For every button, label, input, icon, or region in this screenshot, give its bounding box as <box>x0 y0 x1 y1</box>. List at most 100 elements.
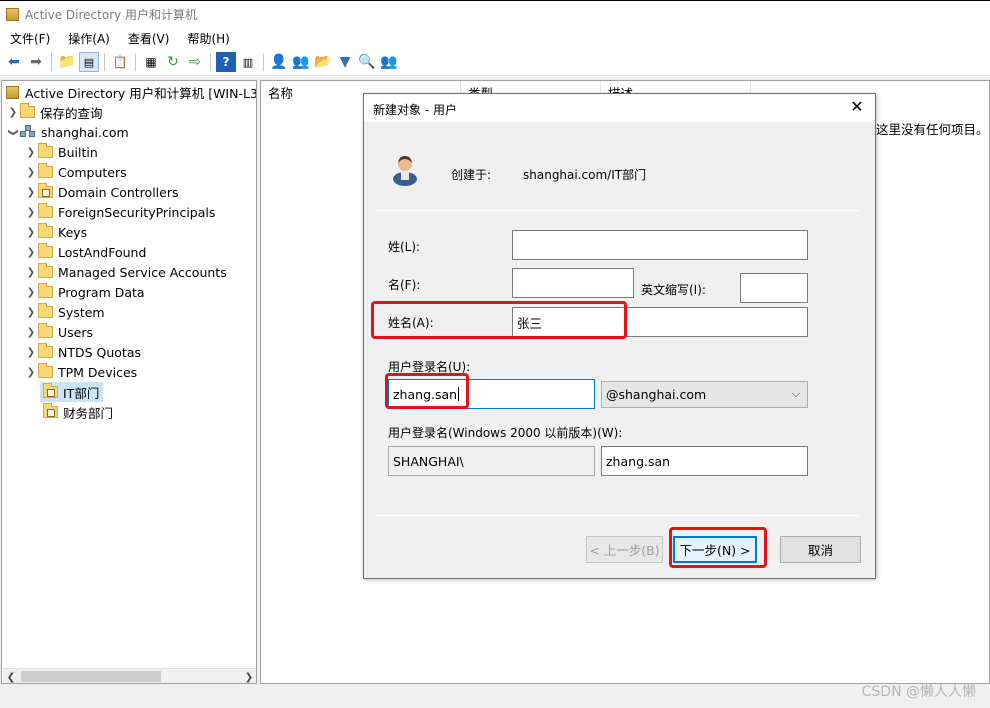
refresh-icon[interactable]: ↻ <box>163 52 183 72</box>
tree-item-label: IT部门 <box>63 385 100 401</box>
up-folder-icon[interactable]: 📁 <box>57 52 77 72</box>
tree-root[interactable]: Active Directory 用户和计算机 [WIN-L3T <box>6 82 256 102</box>
properties-icon[interactable]: ▦ <box>141 52 161 72</box>
folder-icon <box>38 203 53 218</box>
chevron-right-icon[interactable]: ❯ <box>24 267 38 278</box>
tree-item-finance-dept[interactable]: 财务部门 <box>40 402 113 422</box>
upn-suffix-select[interactable]: @shanghai.com ⌵ <box>601 381 808 408</box>
chevron-right-icon[interactable]: ❯ <box>24 167 38 178</box>
first-name-label: 名(F): <box>388 278 421 292</box>
created-in-label: 创建于: <box>451 168 492 182</box>
initials-input[interactable] <box>740 273 808 303</box>
chevron-down-icon[interactable]: ❯ <box>8 125 19 139</box>
ou-folder-icon <box>43 383 58 398</box>
chevron-right-icon[interactable]: ❯ <box>6 107 20 118</box>
chevron-right-icon[interactable]: ❯ <box>24 247 38 258</box>
last-name-input[interactable] <box>512 230 808 260</box>
tree-item-users[interactable]: ❯ Users <box>24 322 93 342</box>
show-hide-action-pane-icon[interactable]: ▥ <box>238 52 258 72</box>
chevron-right-icon[interactable]: ❯ <box>24 187 38 198</box>
toolbar-separator <box>51 53 52 71</box>
chevron-down-icon[interactable]: ⌵ <box>792 387 800 401</box>
chevron-right-icon[interactable]: ❯ <box>24 207 38 218</box>
chevron-right-icon[interactable]: ❯ <box>24 367 38 378</box>
folder-icon <box>38 263 53 278</box>
menu-help[interactable]: 帮助(H) <box>177 30 237 47</box>
cancel-button[interactable]: 取消 <box>780 536 861 563</box>
show-console-tree-icon[interactable]: ▤ <box>79 52 99 72</box>
new-ou-icon[interactable]: 📂 <box>313 52 333 72</box>
window-titlebar: Active Directory 用户和计算机 <box>0 0 990 28</box>
first-name-input[interactable] <box>512 268 634 298</box>
domain-icon <box>20 125 36 139</box>
tree-item-builtin[interactable]: ❯ Builtin <box>24 142 98 162</box>
tree-item-system[interactable]: ❯ System <box>24 302 105 322</box>
tree-item-foreign-security-principals[interactable]: ❯ ForeignSecurityPrincipals <box>24 202 215 222</box>
tree-item-domain-controllers[interactable]: ❯ Domain Controllers <box>24 182 178 202</box>
tree-item-label: Keys <box>58 224 88 240</box>
scroll-left-icon[interactable]: ❮ <box>3 669 19 683</box>
tree-item-label: Users <box>58 324 94 340</box>
menu-file[interactable]: 文件(F) <box>0 30 58 47</box>
toolbar-separator <box>135 53 136 71</box>
chevron-right-icon[interactable]: ❯ <box>24 307 38 318</box>
pre2000-logon-input[interactable]: zhang.san <box>601 446 808 476</box>
tree-item-lost-and-found[interactable]: ❯ LostAndFound <box>24 242 146 262</box>
tree-item-it-dept[interactable]: IT部门 <box>40 382 104 402</box>
back-arrow-icon[interactable]: ⬅ <box>4 52 24 72</box>
tree-item-program-data[interactable]: ❯ Program Data <box>24 282 145 302</box>
copy-icon[interactable]: 📋 <box>110 52 130 72</box>
dialog-title: 新建对象 - 用户 <box>373 103 457 117</box>
tree-item-domain[interactable]: ❯ shanghai.com <box>6 122 129 142</box>
tree-item-tpm-devices[interactable]: ❯ TPM Devices <box>24 362 137 382</box>
initials-label: 英文缩写(I): <box>641 283 706 297</box>
ad-app-icon <box>6 85 19 99</box>
upn-suffix-value: @shanghai.com <box>606 387 707 402</box>
scroll-right-icon[interactable]: ❯ <box>241 669 256 683</box>
chevron-right-icon[interactable]: ❯ <box>24 287 38 298</box>
help-icon[interactable]: ? <box>216 52 236 72</box>
folder-icon <box>38 163 53 178</box>
back-button[interactable]: < 上一步(B) <box>586 536 663 563</box>
menu-action[interactable]: 操作(A) <box>58 30 118 47</box>
next-button[interactable]: 下一步(N) > <box>673 536 757 563</box>
created-in-value: shanghai.com/IT部门 <box>523 168 647 182</box>
logon-name-input[interactable]: zhang.san <box>388 379 595 409</box>
menu-view[interactable]: 查看(V) <box>118 30 178 47</box>
folder-icon <box>38 243 53 258</box>
menu-bar: 文件(F) 操作(A) 查看(V) 帮助(H) <box>0 28 990 48</box>
folder-icon <box>38 343 53 358</box>
divider <box>376 210 859 211</box>
new-user-icon[interactable]: 👤 <box>269 52 289 72</box>
add-to-group-icon[interactable]: 👥 <box>379 52 399 72</box>
folder-icon <box>38 303 53 318</box>
tree-item-label: 保存的查询 <box>40 105 103 121</box>
export-list-icon[interactable]: ⇨ <box>185 52 205 72</box>
folder-icon <box>38 283 53 298</box>
tree-item-ntds-quotas[interactable]: ❯ NTDS Quotas <box>24 342 141 362</box>
tree-item-label: LostAndFound <box>58 244 147 260</box>
scrollbar-thumb[interactable] <box>21 671 161 682</box>
filter-icon[interactable]: ▼ <box>335 52 355 72</box>
chevron-right-icon[interactable]: ❯ <box>24 227 38 238</box>
folder-icon <box>38 363 53 378</box>
tree-item-managed-service-accounts[interactable]: ❯ Managed Service Accounts <box>24 262 227 282</box>
tree-item-saved-queries[interactable]: ❯ 保存的查询 <box>6 102 103 122</box>
forward-arrow-icon[interactable]: ➡ <box>26 52 46 72</box>
tree-horizontal-scrollbar[interactable]: ❮ ❯ <box>3 668 256 683</box>
tree-item-keys[interactable]: ❯ Keys <box>24 222 87 242</box>
tree-item-computers[interactable]: ❯ Computers <box>24 162 127 182</box>
folder-icon <box>38 323 53 338</box>
close-icon[interactable]: ✕ <box>847 97 867 116</box>
divider <box>376 515 859 516</box>
chevron-right-icon[interactable]: ❯ <box>24 347 38 358</box>
new-group-icon[interactable]: 👥 <box>291 52 311 72</box>
tree-item-label: Computers <box>58 164 127 180</box>
tree-item-label: Builtin <box>58 144 98 160</box>
full-name-input[interactable]: 张三 <box>512 307 808 337</box>
chevron-right-icon[interactable]: ❯ <box>24 327 38 338</box>
chevron-right-icon[interactable]: ❯ <box>24 147 38 158</box>
pre2000-domain-field: SHANGHAI\ <box>388 446 595 476</box>
find-icon[interactable]: 🔍 <box>357 52 377 72</box>
pre2000-logon-label: 用户登录名(Windows 2000 以前版本)(W): <box>388 426 623 440</box>
